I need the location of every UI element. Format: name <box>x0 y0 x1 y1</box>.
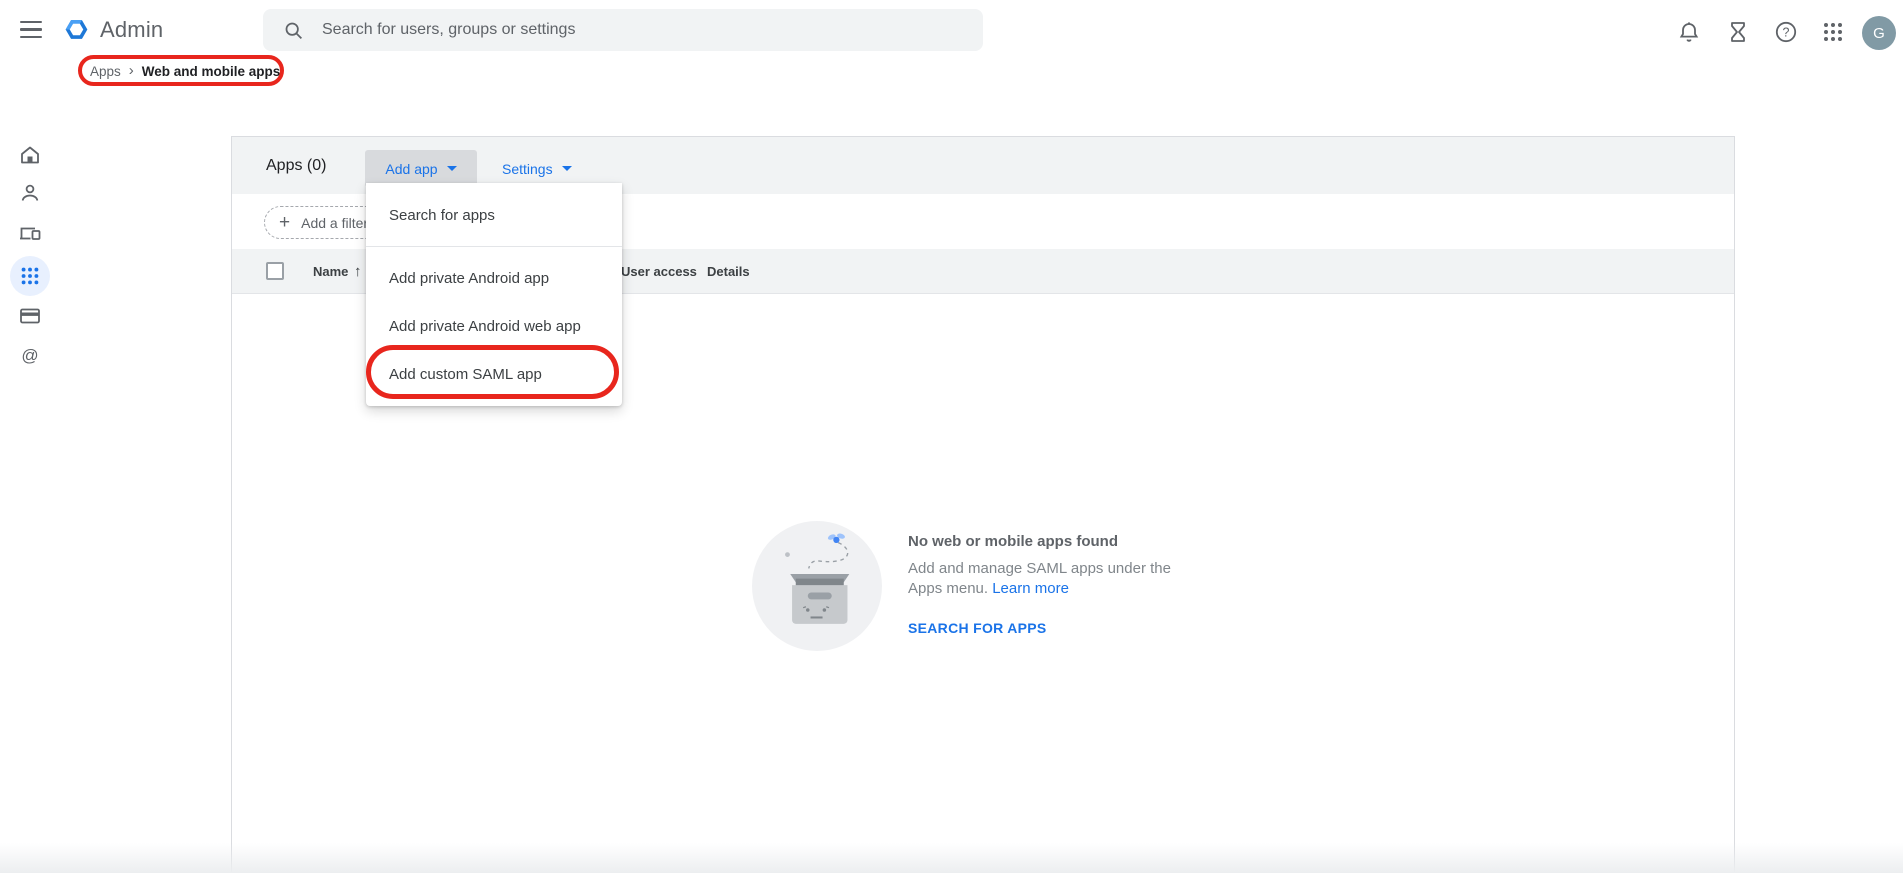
svg-text:@: @ <box>21 346 38 365</box>
sidebar-item-home[interactable] <box>10 135 50 175</box>
apps-grid-icon <box>19 265 41 287</box>
google-apps-grid-icon[interactable] <box>1821 20 1845 44</box>
settings-button[interactable]: Settings <box>488 150 586 187</box>
search-for-apps-button[interactable]: SEARCH FOR APPS <box>908 620 1208 636</box>
search-bar[interactable] <box>263 9 983 51</box>
search-icon <box>283 20 304 41</box>
app-title: Admin <box>100 17 163 43</box>
menu-divider <box>366 246 622 247</box>
add-app-button[interactable]: Add app <box>365 150 477 187</box>
search-input[interactable] <box>320 20 924 40</box>
menu-item-add-custom-saml-app[interactable]: Add custom SAML app <box>366 350 622 398</box>
add-filter-label: Add a filter <box>301 215 368 231</box>
apps-count-title: Apps (0) <box>266 137 326 194</box>
google-admin-console: Admin ? <box>0 0 1903 873</box>
sidebar-item-devices[interactable] <box>10 213 50 253</box>
settings-label: Settings <box>502 161 553 177</box>
tasks-hourglass-icon[interactable] <box>1726 20 1750 44</box>
person-icon <box>18 181 42 205</box>
avatar-initial: G <box>1873 25 1885 42</box>
empty-box-illustration-icon <box>757 526 877 646</box>
menu-item-add-private-android-web-app[interactable]: Add private Android web app <box>366 302 622 350</box>
at-sign-icon: @ <box>18 344 42 368</box>
plus-icon: + <box>279 213 290 232</box>
menu-item-search-for-apps[interactable]: Search for apps <box>366 191 622 239</box>
empty-state-title: No web or mobile apps found <box>908 533 1208 550</box>
column-header-name[interactable]: Name <box>313 249 348 294</box>
help-icon[interactable]: ? <box>1774 20 1798 44</box>
breadcrumb-current-page: Web and mobile apps <box>142 64 281 79</box>
sidebar-item-directory[interactable] <box>10 173 50 213</box>
empty-state-text: No web or mobile apps found Add and mana… <box>908 533 1208 636</box>
notifications-bell-icon[interactable] <box>1677 20 1701 44</box>
chevron-down-icon <box>562 166 572 171</box>
sort-ascending-icon[interactable]: ↑ <box>354 249 362 294</box>
select-all-checkbox[interactable] <box>266 262 284 280</box>
add-app-label: Add app <box>385 161 437 177</box>
column-header-user-access[interactable]: User access <box>621 249 697 294</box>
breadcrumb-chevron-icon: › <box>129 63 134 80</box>
devices-icon <box>18 221 42 245</box>
breadcrumb-apps-link[interactable]: Apps <box>90 64 121 79</box>
column-header-details[interactable]: Details <box>707 249 750 294</box>
credit-card-icon <box>18 304 42 328</box>
admin-logo-icon <box>62 15 91 44</box>
sidebar-item-apps[interactable] <box>10 256 50 296</box>
home-icon <box>18 143 42 167</box>
chevron-down-icon <box>447 166 457 171</box>
left-nav-rail: @ <box>0 60 56 873</box>
menu-item-add-private-android-app[interactable]: Add private Android app <box>366 254 622 302</box>
learn-more-link[interactable]: Learn more <box>992 580 1069 597</box>
sidebar-item-account[interactable]: @ <box>10 336 50 376</box>
svg-text:?: ? <box>1783 26 1790 40</box>
account-avatar[interactable]: G <box>1862 16 1896 50</box>
add-app-dropdown-menu: Search for apps Add private Android app … <box>366 183 622 406</box>
empty-state-illustration <box>752 521 882 651</box>
breadcrumb: Apps › Web and mobile apps <box>90 56 280 86</box>
sidebar-item-billing[interactable] <box>10 296 50 336</box>
menu-icon[interactable] <box>20 21 42 39</box>
empty-state-body: Add and manage SAML apps under the Apps … <box>908 559 1203 599</box>
top-bar: Admin ? <box>0 0 1903 60</box>
